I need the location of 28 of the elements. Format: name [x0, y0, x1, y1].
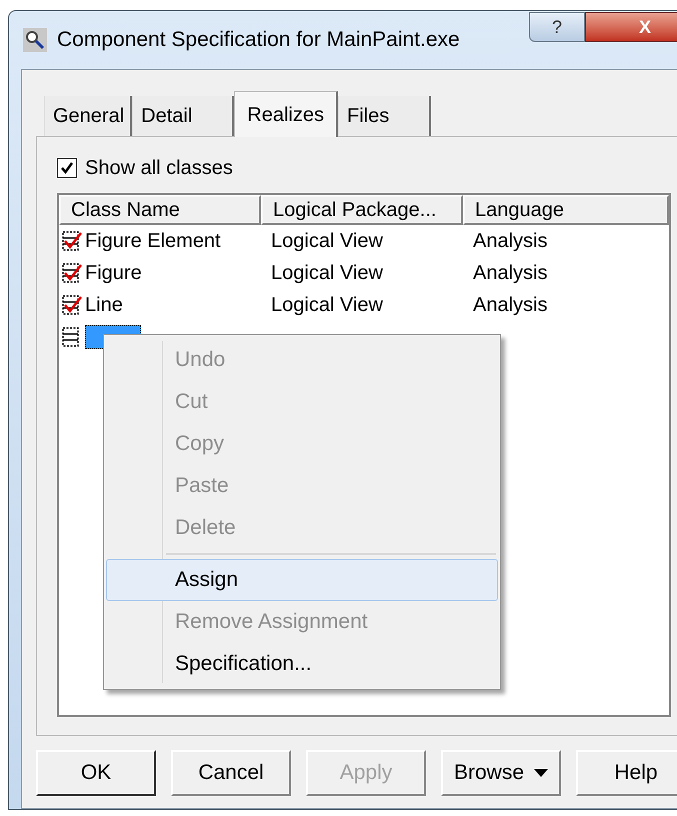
- menu-item[interactable]: Assign: [106, 559, 498, 601]
- table-cell-text: Logical View: [270, 293, 384, 318]
- tab[interactable]: Realizes: [234, 91, 338, 137]
- column-header[interactable]: Logical Package...: [261, 195, 463, 225]
- dialog-button[interactable]: Cancel: [171, 750, 291, 796]
- table-cell-text: Logical View: [270, 261, 384, 286]
- help-button[interactable]: ?: [529, 12, 585, 42]
- menu-item[interactable]: Specification...: [106, 643, 498, 685]
- column-header[interactable]: Class Name: [59, 195, 261, 225]
- table-cell-text: Figure: [85, 261, 142, 286]
- checkbox-label: Show all classes: [85, 156, 233, 181]
- show-all-classes-checkbox[interactable]: [57, 158, 77, 178]
- window-title: Component Specification for MainPaint.exe: [57, 27, 460, 54]
- table-cell-text: Figure Element: [85, 229, 221, 254]
- dialog-button[interactable]: Browse: [441, 750, 561, 796]
- column-header[interactable]: Language: [463, 195, 669, 225]
- dialog-button[interactable]: OK: [36, 750, 156, 796]
- table-cell-text: Analysis: [472, 229, 548, 254]
- tab[interactable]: Files: [338, 96, 432, 136]
- dialog-button[interactable]: Help: [576, 750, 677, 796]
- tab[interactable]: General: [44, 96, 132, 136]
- check-icon: [60, 161, 74, 175]
- table-cell-text: Analysis: [472, 293, 548, 318]
- table-cell-text: Logical View: [270, 229, 384, 254]
- search-icon: [23, 28, 47, 52]
- table-cell-text: Analysis: [472, 261, 548, 286]
- tab[interactable]: Detail: [132, 96, 234, 136]
- table-cell-text: Line: [85, 293, 123, 318]
